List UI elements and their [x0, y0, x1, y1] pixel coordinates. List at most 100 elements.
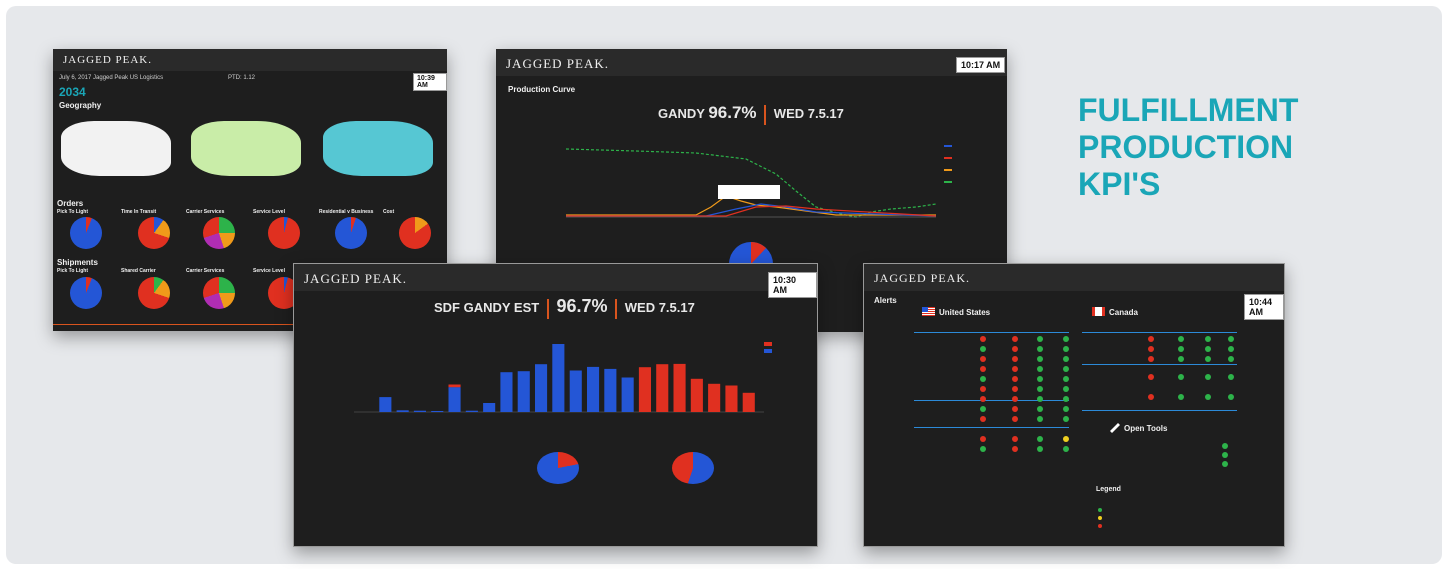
section-divider [1082, 332, 1237, 333]
date-line: July 6, 2017 Jagged Peak US Logistics [59, 75, 164, 81]
shipment-label-1: Shared Carrier [121, 268, 156, 274]
status-dot [980, 436, 986, 442]
bar [708, 383, 721, 412]
status-dot [1205, 374, 1211, 380]
chart-tooltip [718, 185, 780, 199]
status-dot [1012, 396, 1018, 402]
tool-status-dot [1222, 461, 1228, 467]
status-dot [980, 406, 986, 412]
status-dot [1063, 376, 1069, 382]
status-dot [1228, 394, 1234, 400]
shipment-label-0: Pick To Light [57, 268, 89, 274]
us-map-teal [323, 121, 433, 176]
status-dot [1012, 436, 1018, 442]
clock: 10:39 AM [413, 73, 447, 91]
bar [690, 378, 703, 412]
status-dot [1063, 446, 1069, 452]
status-dot [980, 346, 986, 352]
section-divider [914, 400, 1069, 401]
status-dot [1012, 386, 1018, 392]
bar [517, 371, 530, 412]
status-dot [1228, 336, 1234, 342]
status-dot [1148, 346, 1154, 352]
order-pie [335, 217, 367, 249]
bar [483, 403, 496, 412]
order-pie [70, 217, 102, 249]
bar [535, 364, 548, 412]
brand-logo: JAGGED PEAK. [874, 271, 970, 285]
bar [569, 370, 582, 412]
order-label-3: Service Level [253, 209, 285, 215]
status-dot [980, 446, 986, 452]
legend-swatch-red [764, 342, 772, 346]
legend-swatch [944, 169, 952, 171]
order-label-0: Pick To Light [57, 209, 89, 215]
status-dot [1037, 376, 1043, 382]
geography-heading: Geography [59, 101, 102, 110]
legend-swatch-blue [764, 349, 772, 353]
hourly-bar-dashboard-screenshot: JAGGED PEAK. 10:30 AM SDF GANDY EST 96.7… [293, 263, 818, 547]
headline-line2: PRODUCTION [1078, 128, 1294, 165]
status-dot [1228, 356, 1234, 362]
status-dot [1228, 374, 1234, 380]
status-dot [980, 396, 986, 402]
orders-heading: Orders [57, 199, 84, 208]
status-dot [1063, 416, 1069, 422]
status-dot [1012, 416, 1018, 422]
status-dot [1012, 406, 1018, 412]
bar [725, 385, 738, 412]
order-pie [203, 217, 235, 249]
section-divider [914, 332, 1069, 333]
shipment-pie [203, 277, 235, 309]
status-dot [1063, 436, 1069, 442]
alerts-heading: Alerts [874, 296, 897, 305]
status-dot [980, 366, 986, 372]
status-dot [1037, 416, 1043, 422]
shipment-label-3: Service Level [253, 268, 285, 274]
status-dot [1178, 374, 1184, 380]
status-dot [1037, 396, 1043, 402]
status-dot [1037, 346, 1043, 352]
order-count: 2034 [59, 85, 86, 99]
bar [379, 397, 392, 412]
legend-swatch [944, 145, 952, 147]
status-dot [980, 376, 986, 382]
bar [465, 410, 478, 412]
bar [448, 384, 461, 388]
status-dot [1063, 406, 1069, 412]
status-dot [1148, 336, 1154, 342]
status-dot [1037, 336, 1043, 342]
section-divider [1082, 364, 1237, 365]
tool-status-dot [1222, 443, 1228, 449]
pie-chart [672, 452, 714, 484]
canada-heading: Canada [1109, 308, 1138, 317]
pie-chart [537, 452, 579, 484]
bar [638, 367, 651, 412]
green-series-line [565, 148, 937, 218]
section-divider [914, 427, 1069, 428]
bar [413, 410, 426, 412]
status-dot [980, 386, 986, 392]
status-dot [1012, 376, 1018, 382]
status-dot [1012, 366, 1018, 372]
status-dot [1148, 356, 1154, 362]
legend-swatch [944, 181, 952, 183]
bar [621, 377, 634, 412]
status-dot [1063, 356, 1069, 362]
status-dot [1205, 336, 1211, 342]
us-map-white [61, 121, 171, 176]
wrench-icon [1110, 423, 1120, 433]
canada-flag-icon [1092, 307, 1105, 316]
shipment-label-2: Carrier Services [186, 268, 225, 274]
bar [552, 344, 565, 412]
order-label-5: Cost [383, 209, 395, 215]
bar [500, 372, 513, 412]
tool-status-dot [1222, 452, 1228, 458]
hourly-bar-chart [354, 342, 772, 413]
status-dot [1063, 366, 1069, 372]
headline-line1: FULFILLMENT [1078, 92, 1299, 128]
legend-dot [1098, 524, 1102, 528]
bar [673, 363, 686, 412]
shipments-heading: Shipments [57, 258, 98, 267]
us-heading: United States [939, 308, 991, 317]
